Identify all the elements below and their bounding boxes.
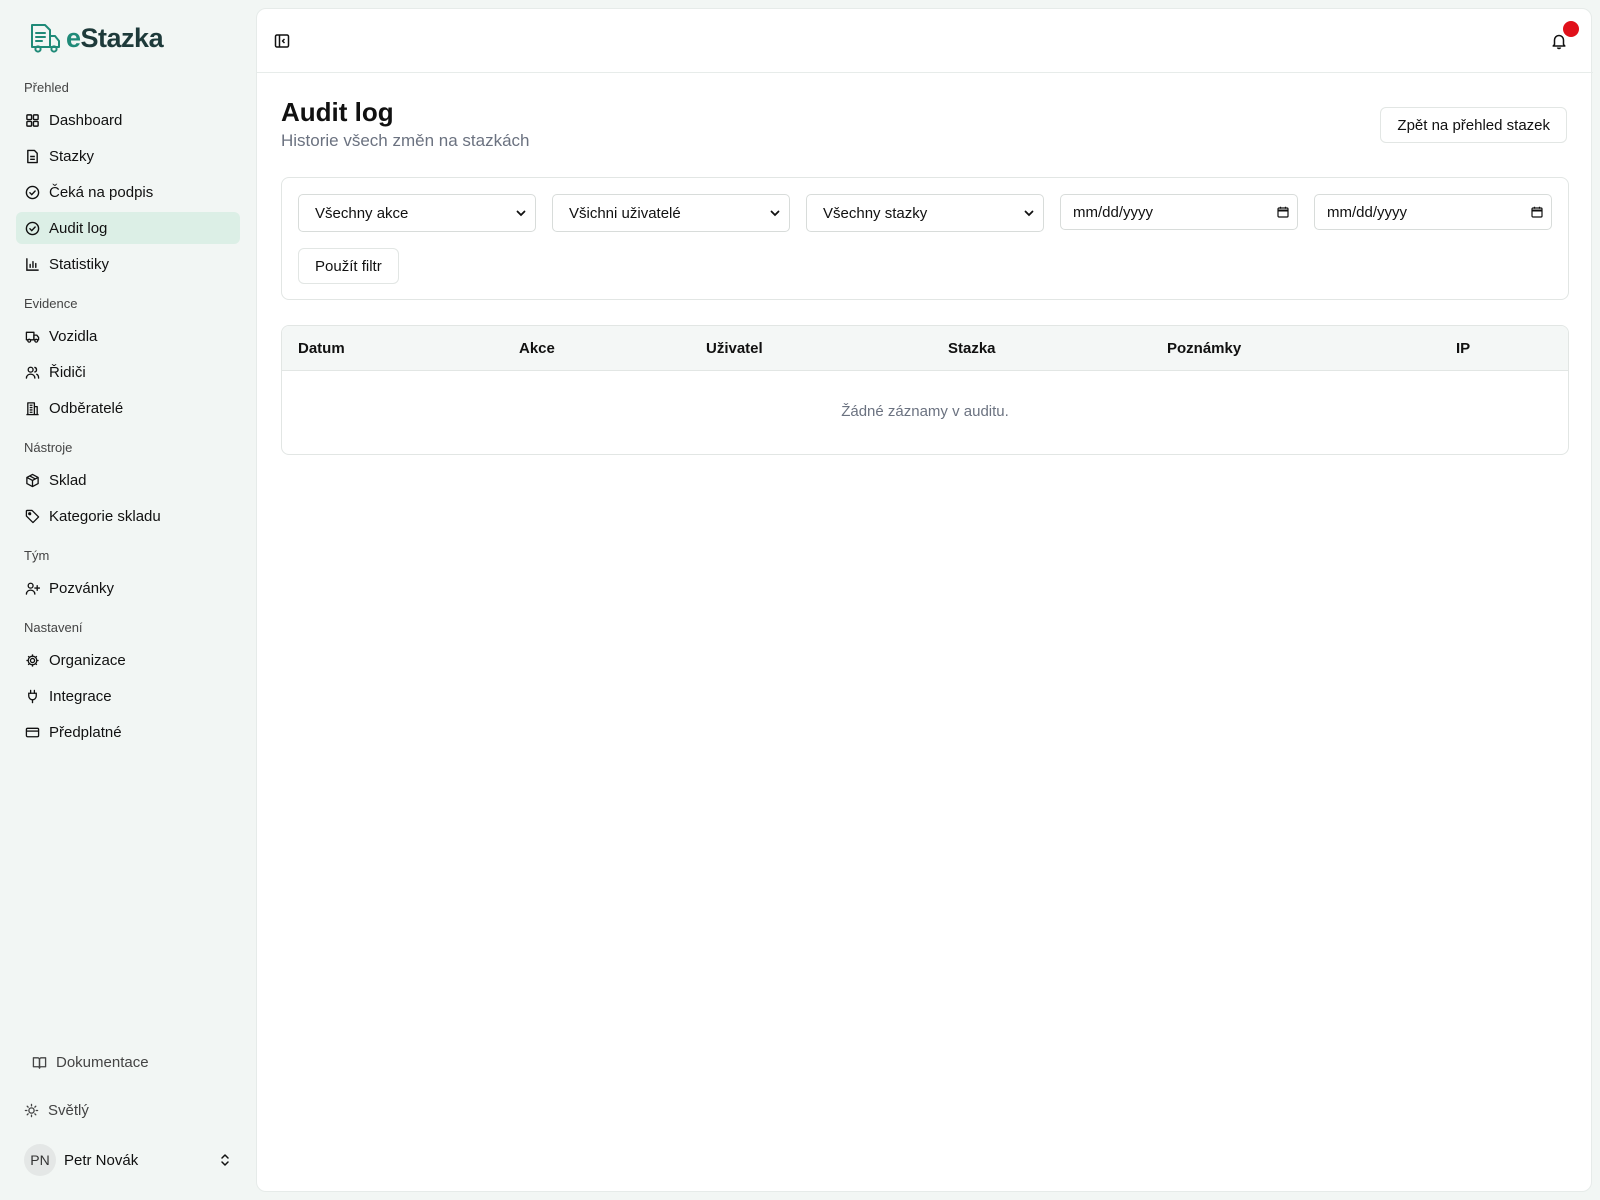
sidebar-item-dashboard[interactable]: Dashboard xyxy=(16,104,240,136)
user-plus-icon xyxy=(25,582,40,595)
page-title: Audit log xyxy=(281,97,394,127)
section-label-prehled: Přehled xyxy=(24,80,69,95)
grid-icon xyxy=(26,113,39,127)
column-header-poznamky[interactable]: Poznámky xyxy=(1167,340,1241,357)
action-filter-value: Všechny akce xyxy=(315,204,409,222)
chevrons-up-down-icon xyxy=(221,1154,229,1166)
date-from-input[interactable]: mm/dd/yyyy xyxy=(1060,194,1298,230)
sidebar-item-label: Vozidla xyxy=(49,327,98,345)
date-from-value: mm/dd/yyyy xyxy=(1073,203,1154,221)
sidebar-item-ceka-na-podpis[interactable]: Čeká na podpis xyxy=(16,176,240,208)
bar-chart-icon xyxy=(26,257,39,271)
chevron-down-icon xyxy=(1024,210,1034,217)
sidebar-item-odberatele[interactable]: Odběratelé xyxy=(16,392,240,424)
column-header-datum[interactable]: Datum xyxy=(298,340,345,357)
sidebar-item-sklad[interactable]: Sklad xyxy=(16,464,240,496)
audit-table: Datum Akce Uživatel Stazka Poznámky IP Ž… xyxy=(281,325,1569,455)
section-label-tym: Tým xyxy=(24,548,50,563)
gear-icon xyxy=(26,653,39,667)
page-subtitle: Historie všech změn na stazkách xyxy=(281,131,530,150)
building-icon xyxy=(26,401,39,415)
user-menu[interactable]: PN Petr Novák xyxy=(24,1144,232,1176)
sidebar-item-label: Organizace xyxy=(49,651,126,669)
user-name: Petr Novák xyxy=(64,1151,139,1169)
sidebar-item-label: Sklad xyxy=(49,471,87,489)
check-circle-icon xyxy=(25,221,40,235)
chevron-down-icon xyxy=(770,210,780,217)
box-icon xyxy=(26,473,39,487)
apply-filter-button[interactable]: Použít filtr xyxy=(298,248,399,284)
docs-label: Dokumentace xyxy=(56,1054,149,1071)
check-circle-icon xyxy=(25,185,40,199)
filter-panel: Všechny akce Všichni uživatelé Všechny s… xyxy=(281,177,1569,300)
sidebar-item-stazky[interactable]: Stazky xyxy=(16,140,240,172)
user-filter-select[interactable]: Všichni uživatelé xyxy=(552,194,790,232)
brand-logo[interactable]: eStazka xyxy=(28,22,164,54)
action-filter-select[interactable]: Všechny akce xyxy=(298,194,536,232)
book-open-icon xyxy=(32,1057,47,1069)
sidebar-item-audit-log[interactable]: Audit log xyxy=(16,212,240,244)
sidebar-item-pozvanky[interactable]: Pozvánky xyxy=(16,572,240,604)
column-header-akce[interactable]: Akce xyxy=(519,340,555,357)
main-panel: Audit log Historie všech změn na stazkác… xyxy=(256,8,1593,1192)
section-label-nastaveni: Nastavení xyxy=(24,620,83,635)
top-bar xyxy=(257,9,1593,73)
sidebar-item-label: Stazky xyxy=(49,147,95,165)
stazka-filter-select[interactable]: Všechny stazky xyxy=(806,194,1044,232)
notification-dot xyxy=(1563,21,1579,37)
calendar-icon xyxy=(1531,206,1543,218)
sidebar-item-label: Statistiky xyxy=(49,255,110,273)
sidebar-item-vozidla[interactable]: Vozidla xyxy=(16,320,240,352)
docs-link[interactable]: Dokumentace xyxy=(32,1054,149,1071)
sidebar-item-label: Integrace xyxy=(49,687,112,705)
sidebar-item-label: Audit log xyxy=(49,219,108,237)
sidebar-item-integrace[interactable]: Integrace xyxy=(16,680,240,712)
back-to-overview-button[interactable]: Zpět na přehled stazek xyxy=(1380,107,1567,143)
sun-icon xyxy=(24,1103,39,1118)
section-label-evidence: Evidence xyxy=(24,296,78,311)
section-label-nastroje: Nástroje xyxy=(24,440,73,455)
sidebar: eStazka Přehled Dashboard Stazky Čeká na… xyxy=(0,0,256,1200)
sidebar-item-statistiky[interactable]: Statistiky xyxy=(16,248,240,280)
empty-state-message: Žádné záznamy v auditu. xyxy=(841,403,1009,420)
sidebar-item-label: Odběratelé xyxy=(49,399,124,417)
sidebar-item-kategorie-skladu[interactable]: Kategorie skladu xyxy=(16,500,240,532)
sidebar-item-label: Pozvánky xyxy=(49,579,115,597)
sidebar-item-label: Dashboard xyxy=(49,111,123,129)
sidebar-item-label: Řidiči xyxy=(49,363,86,381)
credit-card-icon xyxy=(25,727,40,737)
calendar-icon xyxy=(1277,206,1289,218)
avatar: PN xyxy=(24,1144,56,1176)
sidebar-item-label: Čeká na podpis xyxy=(49,183,154,201)
user-filter-value: Všichni uživatelé xyxy=(569,204,681,222)
users-icon xyxy=(25,366,40,379)
stazka-filter-value: Všechny stazky xyxy=(823,204,928,222)
table-header: Datum Akce Uživatel Stazka Poznámky IP xyxy=(282,326,1568,371)
sidebar-toggle-icon[interactable] xyxy=(274,33,290,49)
theme-toggle[interactable]: Světlý xyxy=(24,1102,89,1119)
sidebar-item-label: Kategorie skladu xyxy=(49,507,161,525)
file-icon xyxy=(27,149,38,163)
sidebar-item-label: Předplatné xyxy=(49,723,122,741)
truck-document-icon xyxy=(31,24,60,53)
tag-icon xyxy=(25,509,40,523)
column-header-uzivatel[interactable]: Uživatel xyxy=(706,340,763,357)
date-to-value: mm/dd/yyyy xyxy=(1327,203,1408,221)
plug-icon xyxy=(28,689,37,703)
sidebar-item-predplatne[interactable]: Předplatné xyxy=(16,716,240,748)
sidebar-item-ridici[interactable]: Řidiči xyxy=(16,356,240,388)
column-header-stazka[interactable]: Stazka xyxy=(948,340,996,357)
chevron-down-icon xyxy=(516,210,526,217)
sidebar-item-organizace[interactable]: Organizace xyxy=(16,644,240,676)
column-header-ip[interactable]: IP xyxy=(1456,340,1470,357)
brand-name: eStazka xyxy=(66,22,164,53)
truck-icon xyxy=(25,331,40,343)
theme-label: Světlý xyxy=(48,1102,89,1119)
date-to-input[interactable]: mm/dd/yyyy xyxy=(1314,194,1552,230)
